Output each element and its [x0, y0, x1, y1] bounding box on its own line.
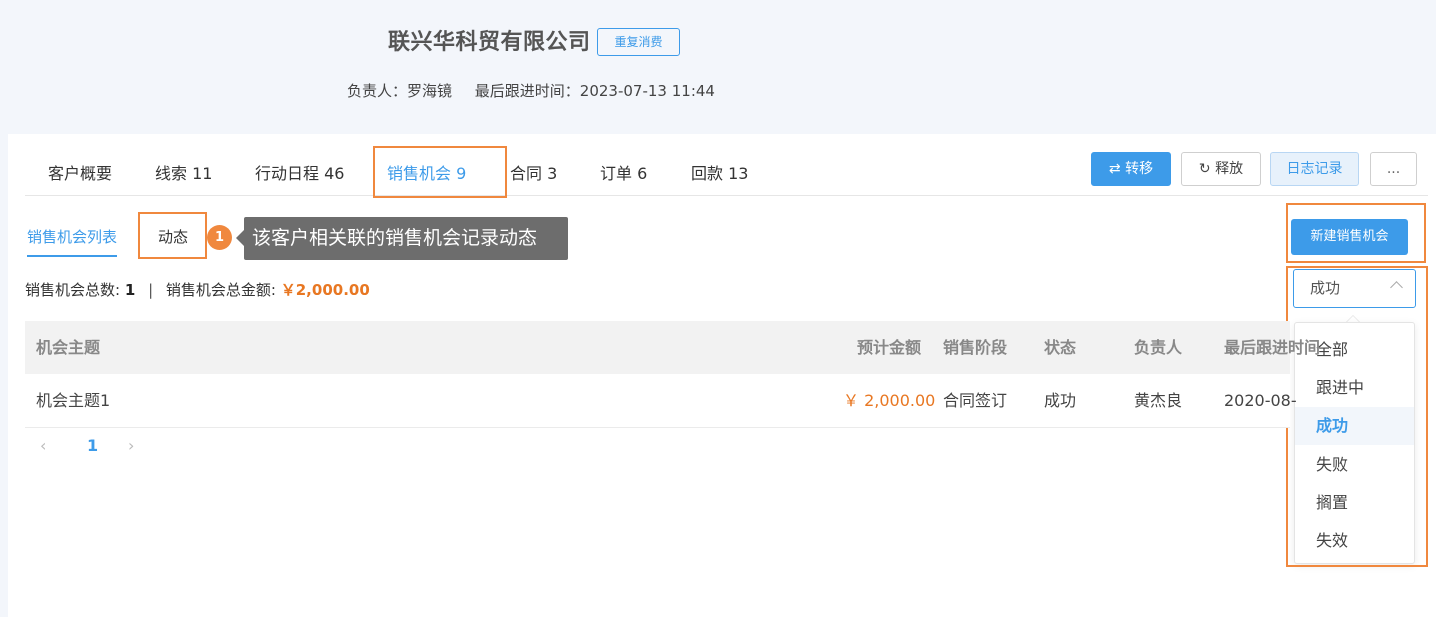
more-button[interactable]: ...: [1370, 152, 1417, 186]
table-header: 机会主题 预计金额 销售阶段 状态 负责人 最后跟进时间: [25, 321, 1320, 374]
log-button[interactable]: 日志记录: [1270, 152, 1359, 186]
row-amount: ￥ 2,000.00: [843, 391, 936, 410]
col-last-follow[interactable]: 最后跟进时间: [1224, 321, 1320, 374]
company-name: 联兴华科贸有限公司: [388, 30, 591, 55]
tab-contracts[interactable]: 合同 3: [510, 146, 557, 196]
col-status[interactable]: 状态: [1044, 321, 1076, 374]
opportunity-summary: 销售机会总数: 1 | 销售机会总金额: ￥2,000.00: [25, 279, 370, 300]
summary-separator: |: [148, 281, 154, 299]
table-row[interactable]: 机会主题1 ￥ 2,000.00 合同签订 成功 黄杰良 2020-08-: [25, 374, 1297, 428]
tab-schedule[interactable]: 行动日程 46: [255, 146, 344, 196]
row-stage: 合同签订: [943, 391, 1008, 410]
tab-overview[interactable]: 客户概要: [48, 146, 112, 196]
subtab-opportunity-list[interactable]: 销售机会列表: [27, 226, 118, 257]
row-owner: 黄杰良: [1134, 391, 1183, 410]
row-status: 成功: [1044, 391, 1077, 410]
col-owner[interactable]: 负责人: [1134, 321, 1182, 374]
chevron-left-icon[interactable]: ‹: [40, 436, 46, 455]
row-last-follow: 2020-08-: [1224, 391, 1297, 410]
release-button[interactable]: ↻ 释放: [1181, 152, 1261, 186]
amount-label: 销售机会总金额:: [165, 281, 276, 299]
count-value: 1: [124, 281, 136, 299]
col-subject[interactable]: 机会主题: [36, 321, 100, 374]
detail-panel: 客户概要 线索 11 行动日程 46 销售机会 9 合同 3 订单 6 回款 1…: [8, 134, 1436, 617]
col-stage[interactable]: 销售阶段: [943, 321, 1007, 374]
repeat-purchase-tag[interactable]: 重复消费: [597, 28, 680, 56]
customer-header: 联兴华科贸有限公司 重复消费 负责人：罗海镜 最后跟进时间：2023-07-13…: [0, 0, 1436, 133]
tooltip-arrow: [236, 230, 244, 246]
amount-value: ￥2,000.00: [280, 281, 370, 299]
owner-text: 负责人：罗海镜: [347, 82, 453, 100]
col-amount[interactable]: 预计金额: [857, 321, 921, 374]
count-label: 销售机会总数:: [25, 281, 121, 299]
tab-highlight-box: [373, 146, 507, 198]
subtab-highlight-box: [138, 212, 207, 259]
page-number[interactable]: 1: [87, 436, 98, 455]
tab-orders[interactable]: 订单 6: [600, 146, 647, 196]
row-subject[interactable]: 机会主题1: [36, 374, 110, 427]
transfer-button[interactable]: ⇄ 转移: [1091, 152, 1171, 186]
tab-leads[interactable]: 线索 11: [155, 146, 212, 196]
annotation-tooltip: 该客户相关联的销售机会记录动态: [244, 217, 568, 260]
chevron-right-icon[interactable]: ›: [128, 436, 134, 455]
new-button-highlight-box: [1286, 203, 1426, 263]
tab-payments[interactable]: 回款 13: [691, 146, 748, 196]
filter-highlight-box: [1286, 266, 1428, 567]
customer-meta: 负责人：罗海镜 最后跟进时间：2023-07-13 11:44: [347, 80, 733, 101]
last-follow-text: 最后跟进时间：2023-07-13 11:44: [474, 82, 715, 100]
annotation-badge: 1: [207, 225, 232, 250]
